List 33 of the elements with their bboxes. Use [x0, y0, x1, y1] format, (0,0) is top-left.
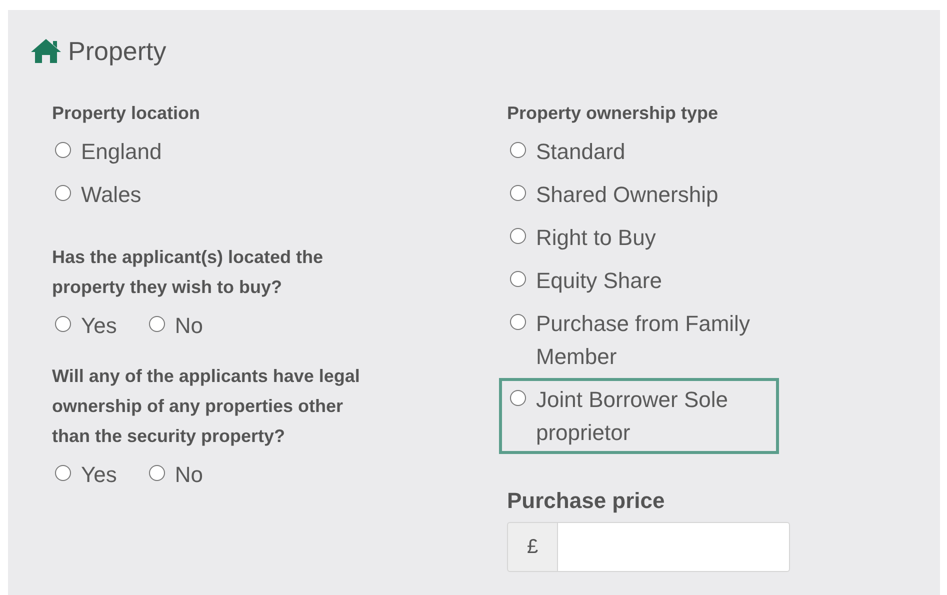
- radio-button[interactable]: [55, 142, 71, 158]
- radio-option[interactable]: Right to Buy: [499, 216, 665, 259]
- radio-option[interactable]: Yes: [44, 453, 126, 496]
- price-field[interactable]: [557, 522, 790, 572]
- field-label: Purchase price: [507, 487, 666, 515]
- radio-button[interactable]: [510, 142, 526, 158]
- radio-option[interactable]: Yes: [44, 304, 126, 347]
- radio-option[interactable]: No: [138, 453, 212, 496]
- radio-option[interactable]: Standard: [499, 130, 634, 173]
- radio-button[interactable]: [510, 271, 526, 287]
- radio-option[interactable]: Shared Ownership: [499, 173, 728, 216]
- radio-option[interactable]: Wales: [44, 173, 150, 216]
- radio-option[interactable]: Joint Borrower Sole proprietor: [499, 378, 779, 454]
- radio-option[interactable]: Equity Share: [499, 259, 671, 302]
- question-label: Property location: [52, 102, 202, 125]
- radio-button[interactable]: [510, 228, 526, 244]
- radio-option[interactable]: Purchase from Family Member: [499, 302, 779, 378]
- radio-button[interactable]: [510, 390, 526, 406]
- home-icon: [30, 38, 62, 64]
- radio-button[interactable]: [510, 185, 526, 201]
- radio-button[interactable]: [55, 316, 71, 332]
- radio-button[interactable]: [55, 185, 71, 201]
- section-title: Property: [68, 36, 166, 66]
- radio-option[interactable]: England: [44, 130, 171, 173]
- radio-button[interactable]: [148, 465, 165, 481]
- question-label: Has the applicant(s) located the property they wish to buy?: [52, 246, 324, 299]
- question-label: Will any of the applicants have legal ownership of any properties other than the security property?: [52, 365, 361, 448]
- radio-button[interactable]: [148, 316, 165, 332]
- radio-button[interactable]: [510, 314, 526, 330]
- radio-option[interactable]: No: [138, 304, 212, 347]
- question-label: Property ownership type: [507, 102, 720, 125]
- radio-button[interactable]: [55, 465, 71, 481]
- currency-prefix: £: [507, 522, 557, 572]
